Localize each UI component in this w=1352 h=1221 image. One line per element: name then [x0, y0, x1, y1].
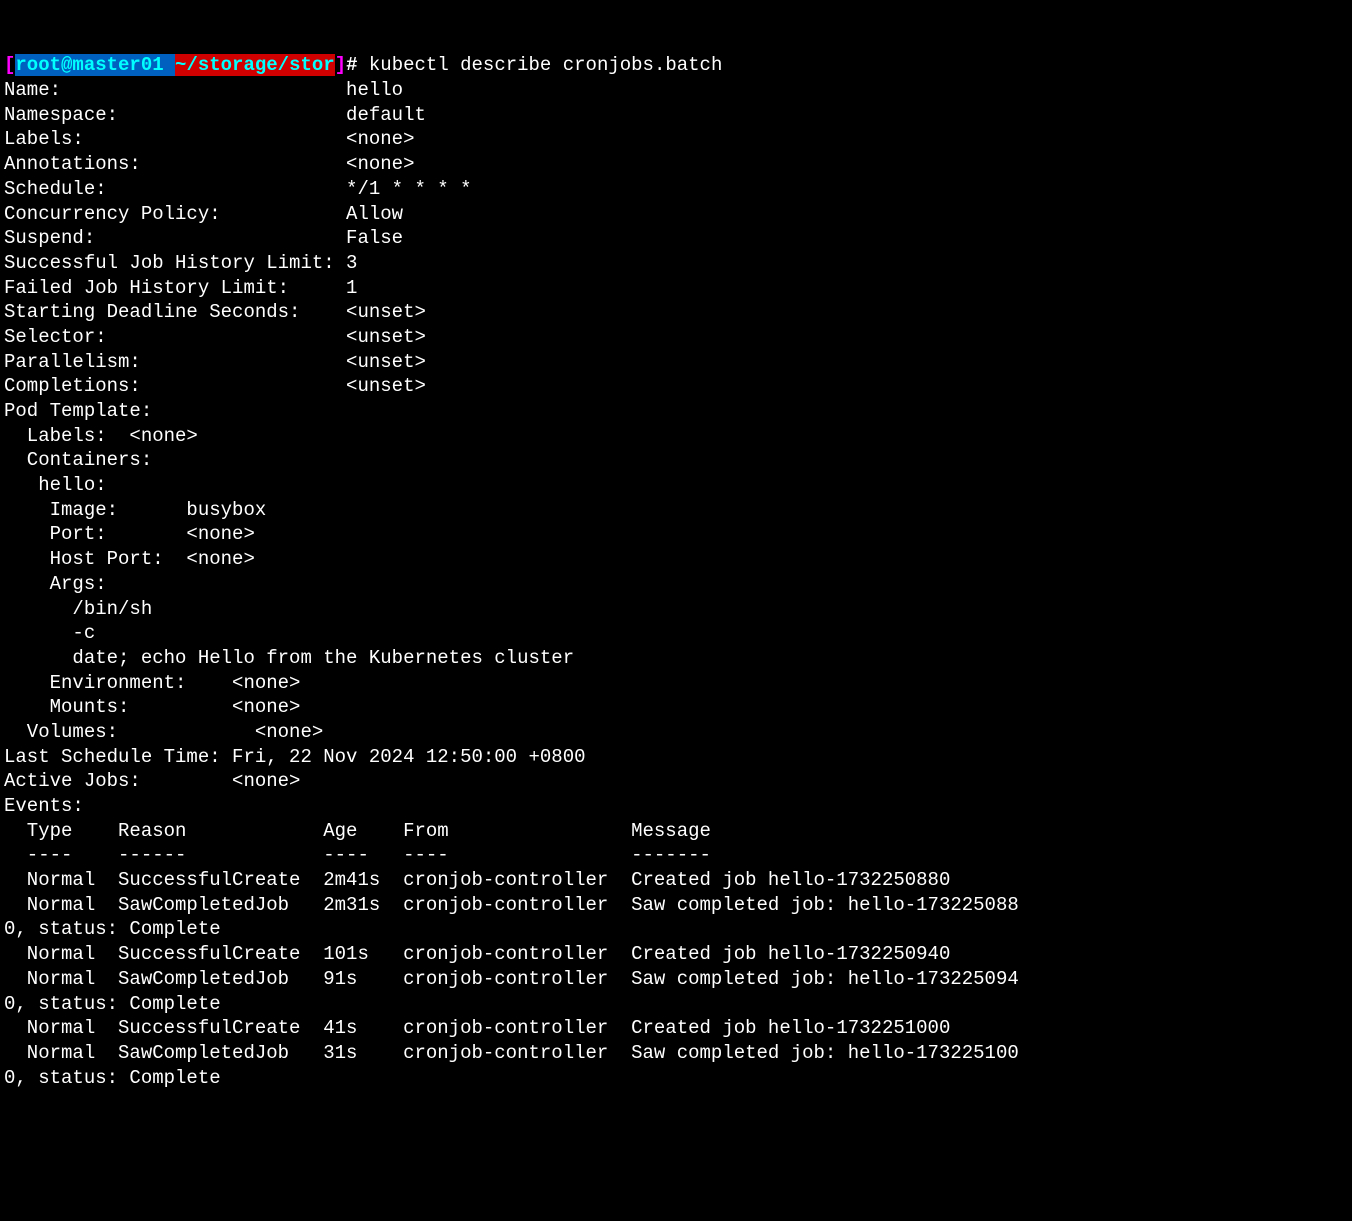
events-header: Events:	[4, 795, 84, 817]
events-column-header: Type Reason Age From Message	[4, 820, 711, 842]
active-jobs-line: Active Jobs: <none>	[4, 770, 300, 792]
prompt-open-bracket: [	[4, 54, 15, 76]
field-line: Suspend: False	[4, 227, 403, 249]
container-field-line: Port: <none>	[4, 523, 255, 545]
field-line: Annotations: <none>	[4, 153, 414, 175]
container-field-line: Environment: <none>	[4, 672, 300, 694]
event-row: Normal SuccessfulCreate 101s cronjob-con…	[4, 943, 950, 965]
field-line: Schedule: */1 * * * *	[4, 178, 471, 200]
field-line: Failed Job History Limit: 1	[4, 277, 357, 299]
event-row: Normal SawCompletedJob 31s cronjob-contr…	[4, 1042, 1019, 1089]
events-column-dashes: ---- ------ ---- ---- -------	[4, 844, 711, 866]
container-name: hello:	[4, 474, 107, 496]
event-row: Normal SuccessfulCreate 2m41s cronjob-co…	[4, 869, 950, 891]
field-line: Selector: <unset>	[4, 326, 426, 348]
prompt-space	[164, 54, 175, 76]
container-field-line: Host Port: <none>	[4, 548, 255, 570]
prompt-hash: #	[346, 54, 357, 76]
container-field-line: -c	[4, 622, 95, 644]
container-field-line: Args:	[4, 573, 107, 595]
prompt-close-bracket: ]	[335, 54, 346, 76]
field-line: Labels: <none>	[4, 128, 414, 150]
field-line: Name: hello	[4, 79, 403, 101]
field-line: Namespace: default	[4, 104, 426, 126]
field-line: Successful Job History Limit: 3	[4, 252, 357, 274]
event-row: Normal SawCompletedJob 2m31s cronjob-con…	[4, 894, 1019, 941]
containers-header: Containers:	[4, 449, 152, 471]
pod-labels-line: Labels: <none>	[4, 425, 198, 447]
field-line: Starting Deadline Seconds: <unset>	[4, 301, 426, 323]
prompt-user-host: root@master01	[15, 54, 163, 76]
container-field-line: /bin/sh	[4, 598, 152, 620]
container-field-line: Image: busybox	[4, 499, 266, 521]
event-row: Normal SuccessfulCreate 41s cronjob-cont…	[4, 1017, 950, 1039]
container-field-line: date; echo Hello from the Kubernetes clu…	[4, 647, 574, 669]
prompt-path: ~/storage/stor	[175, 54, 335, 76]
event-row: Normal SawCompletedJob 91s cronjob-contr…	[4, 968, 1019, 1015]
field-line: Concurrency Policy: Allow	[4, 203, 403, 225]
pod-template-header: Pod Template:	[4, 400, 152, 422]
terminal-output: [root@master01 ~/storage/stor]# kubectl …	[4, 53, 1348, 1090]
command-text[interactable]: kubectl describe cronjobs.batch	[358, 54, 723, 76]
last-schedule-line: Last Schedule Time: Fri, 22 Nov 2024 12:…	[4, 746, 586, 768]
container-field-line: Mounts: <none>	[4, 696, 300, 718]
field-line: Completions: <unset>	[4, 375, 426, 397]
volumes-line: Volumes: <none>	[4, 721, 323, 743]
field-line: Parallelism: <unset>	[4, 351, 426, 373]
